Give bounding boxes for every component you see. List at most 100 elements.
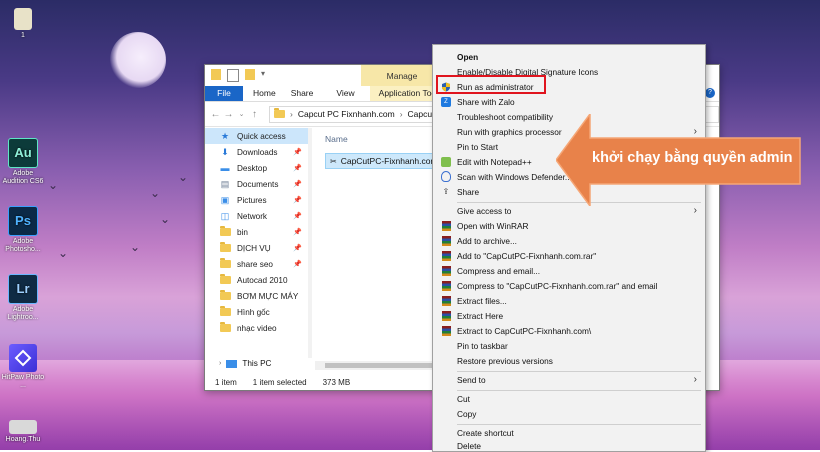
sidebar-item-quick-access[interactable]: ★ Quick access xyxy=(205,128,310,144)
sidebar-item-autocad[interactable]: Autocad 2010 xyxy=(205,272,310,288)
defender-icon xyxy=(441,171,451,182)
sidebar-item-label: Quick access xyxy=(237,131,286,141)
sidebar-item-bin[interactable]: bin 📌 xyxy=(205,224,310,240)
menu-item-compress-email[interactable]: Compress and email... xyxy=(433,263,705,278)
back-arrow-icon[interactable]: ← xyxy=(209,109,222,120)
tab-file[interactable]: File xyxy=(205,86,243,101)
desktop-icon-photoshop[interactable]: Ps Adobe Photosho... xyxy=(0,206,46,254)
sidebar-item-label: DỊCH VỤ xyxy=(237,243,271,253)
help-icon[interactable]: ? xyxy=(705,88,715,98)
menu-item-label: Extract Here xyxy=(457,310,504,321)
sidebar-item-bom-muc[interactable]: BƠM MỰC MÁY xyxy=(205,288,310,304)
file-row-selected[interactable]: ✂ CapCutPC-Fixnhanh.com xyxy=(325,153,443,169)
sidebar-item-label: This PC xyxy=(242,359,272,368)
menu-item-label: Compress and email... xyxy=(457,265,541,276)
sidebar-item-documents[interactable]: ▤ Documents 📌 xyxy=(205,176,310,192)
winrar-icon xyxy=(441,310,451,321)
menu-item-label: Share with Zalo xyxy=(457,96,515,107)
properties-icon[interactable] xyxy=(227,69,239,82)
sidebar-scrollbar[interactable] xyxy=(308,128,312,358)
menu-item-label: Run with graphics processor xyxy=(457,126,562,137)
audition-icon: Au xyxy=(8,138,38,168)
pin-icon: 📌 xyxy=(293,165,302,172)
tab-home[interactable]: Home xyxy=(243,86,285,101)
menu-item-pin-taskbar[interactable]: Pin to taskbar xyxy=(433,338,705,353)
desktop-icon-audition[interactable]: Au Adobe Audition CS6 xyxy=(0,138,46,186)
chevron-down-icon[interactable]: ▾ xyxy=(261,69,271,80)
desktop-icon-file[interactable]: 1 xyxy=(0,8,46,40)
desktop-icon-user[interactable]: Hoang.Thu xyxy=(0,420,46,444)
expand-chevron-icon[interactable]: › xyxy=(219,360,221,367)
menu-item-label: Delete xyxy=(457,440,481,451)
status-selected-count: 1 item selected xyxy=(252,377,307,387)
desktop-icon-lightroom[interactable]: Lr Adobe Lightroo... xyxy=(0,274,46,322)
sidebar-item-label: Hình gốc xyxy=(237,307,270,317)
tab-view[interactable]: View xyxy=(322,86,363,101)
star-icon: ★ xyxy=(220,130,230,141)
sidebar-item-label: BƠM MỰC MÁY xyxy=(237,291,299,301)
notepad-icon xyxy=(441,156,451,167)
forward-arrow-icon[interactable]: → xyxy=(222,109,235,120)
pin-icon: 📌 xyxy=(293,261,302,268)
menu-item-cut[interactable]: Cut xyxy=(433,391,705,406)
menu-item-delete[interactable]: Delete xyxy=(433,440,705,451)
sidebar-item-label: Downloads xyxy=(237,147,278,157)
menu-item-restore-versions[interactable]: Restore previous versions xyxy=(433,353,705,368)
tab-share[interactable]: Share xyxy=(285,86,323,101)
menu-item-create-shortcut[interactable]: Create shortcut xyxy=(433,425,705,440)
winrar-icon xyxy=(441,235,451,246)
sidebar-item-nhac-video[interactable]: nhạc video xyxy=(205,320,310,336)
breadcrumb-item[interactable]: Capcut xyxy=(408,109,435,119)
desktop-icon-hitpaw[interactable]: HitPaw Photo ... xyxy=(0,344,46,390)
pin-icon: 📌 xyxy=(293,229,302,236)
bird-icon: ⌄ xyxy=(58,246,69,260)
menu-item-extract-here[interactable]: Extract Here xyxy=(433,308,705,323)
download-icon: ⬇ xyxy=(221,146,229,157)
winrar-icon xyxy=(441,265,451,276)
menu-item-copy[interactable]: Copy xyxy=(433,406,705,421)
menu-item-send-to[interactable]: Send to › xyxy=(433,372,705,387)
up-arrow-icon[interactable]: ↑ xyxy=(248,109,261,120)
menu-item-label: Copy xyxy=(457,408,477,419)
menu-item-label: Extract files... xyxy=(457,295,507,306)
sidebar-item-label: Pictures xyxy=(237,195,267,205)
menu-item-share-zalo[interactable]: Z Share with Zalo xyxy=(433,94,705,109)
submenu-arrow-icon: › xyxy=(693,374,697,385)
photoshop-icon: Ps xyxy=(8,206,38,236)
sidebar-item-hinh-goc[interactable]: Hình gốc xyxy=(205,304,310,320)
new-folder-icon[interactable] xyxy=(245,69,255,80)
folder-icon[interactable] xyxy=(211,69,221,80)
sidebar-item-label: Desktop xyxy=(237,163,268,173)
pictures-icon: ▣ xyxy=(220,194,230,205)
menu-item-add-to-rar[interactable]: Add to "CapCutPC-Fixnhanh.com.rar" xyxy=(433,248,705,263)
menu-item-label: Restore previous versions xyxy=(457,355,553,366)
recent-chevron-icon[interactable]: ⌄ xyxy=(235,110,248,118)
submenu-arrow-icon: › xyxy=(693,205,697,216)
tab-manage[interactable]: Manage xyxy=(361,65,443,86)
menu-item-extract-files[interactable]: Extract files... xyxy=(433,293,705,308)
sidebar-item-desktop[interactable]: ▬ Desktop 📌 xyxy=(205,160,310,176)
sidebar-item-network[interactable]: ◫ Network 📌 xyxy=(205,208,310,224)
sidebar-item-downloads[interactable]: ⬇ Downloads 📌 xyxy=(205,144,310,160)
winrar-icon xyxy=(441,280,451,291)
highlight-box xyxy=(436,75,546,94)
menu-item-label: Cut xyxy=(457,393,470,404)
desktop-icon-label: Adobe Photosho... xyxy=(5,238,41,253)
lightroom-icon: Lr xyxy=(8,274,38,304)
menu-item-extract-to[interactable]: Extract to CapCutPC-Fixnhanh.com\ xyxy=(433,323,705,338)
sidebar-item-pictures[interactable]: ▣ Pictures 📌 xyxy=(205,192,310,208)
breadcrumb-separator-icon: › xyxy=(399,109,403,119)
pin-icon: 📌 xyxy=(293,213,302,220)
sidebar-item-share-seo[interactable]: share seo 📌 xyxy=(205,256,310,272)
desktop-icon: ▬ xyxy=(220,163,230,173)
sidebar-item-dich-vu[interactable]: DỊCH VỤ 📌 xyxy=(205,240,310,256)
menu-item-compress-rar-email[interactable]: Compress to "CapCutPC-Fixnhanh.com.rar" … xyxy=(433,278,705,293)
menu-item-open[interactable]: Open xyxy=(433,49,705,64)
sidebar-item-this-pc[interactable]: › This PC xyxy=(219,359,271,368)
file-icon xyxy=(14,8,32,30)
file-name: CapCutPC-Fixnhanh.com xyxy=(340,156,438,166)
menu-item-open-winrar[interactable]: Open with WinRAR xyxy=(433,218,705,233)
desktop-icon-label: Adobe Lightroo... xyxy=(7,306,39,321)
breadcrumb-item[interactable]: Capcut PC Fixnhanh.com xyxy=(298,109,395,119)
menu-item-add-archive[interactable]: Add to archive... xyxy=(433,233,705,248)
